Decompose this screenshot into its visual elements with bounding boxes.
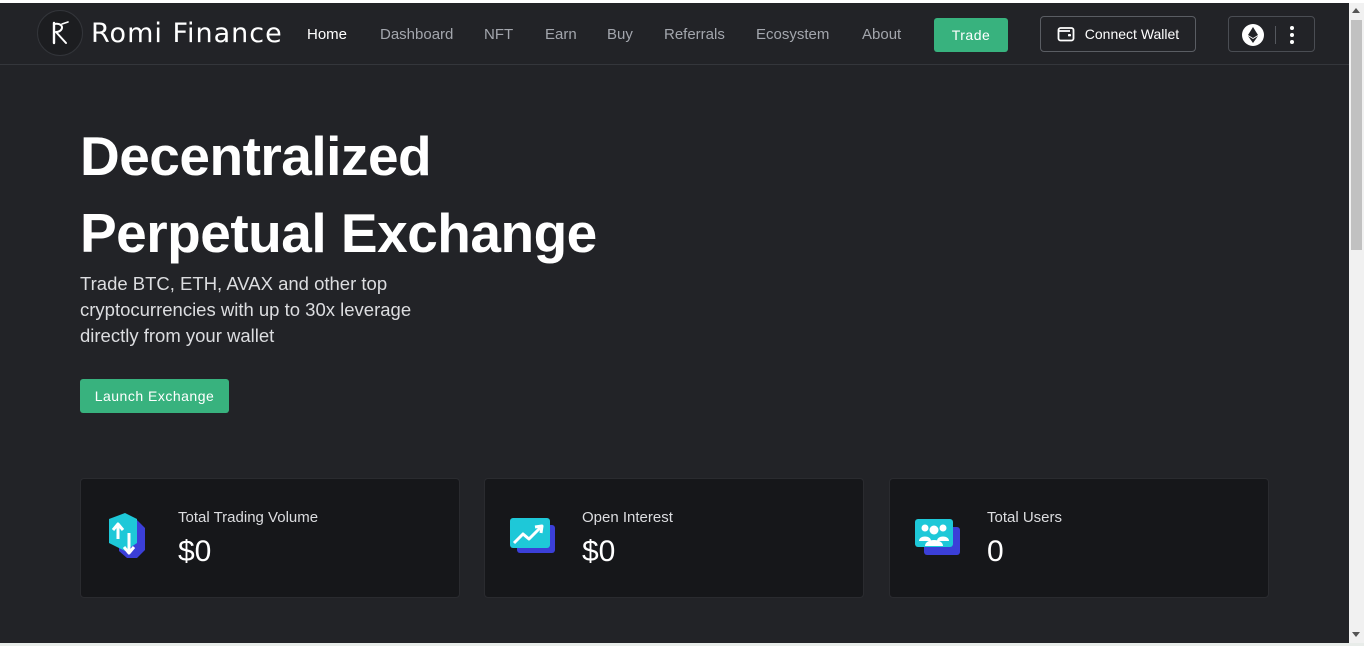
wallet-icon bbox=[1057, 27, 1075, 42]
stat-value: $0 bbox=[582, 535, 616, 568]
trading-volume-icon bbox=[109, 513, 145, 558]
ethereum-icon bbox=[1242, 24, 1264, 46]
network-divider bbox=[1275, 26, 1276, 44]
stat-card-total-users: Total Users 0 bbox=[889, 478, 1269, 598]
brand-name: Romi Finance bbox=[91, 17, 283, 49]
open-interest-icon bbox=[510, 518, 555, 553]
more-options-icon[interactable] bbox=[1289, 26, 1295, 44]
top-navbar: Romi Finance Home Dashboard NFT Earn Buy… bbox=[0, 3, 1349, 65]
nav-home[interactable]: Home bbox=[307, 26, 347, 43]
hero-title-line2: Perpetual Exchange bbox=[80, 202, 597, 264]
stat-card-trading-volume: Total Trading Volume $0 bbox=[80, 478, 460, 598]
scrollbar-thumb[interactable] bbox=[1351, 20, 1362, 250]
trade-button[interactable]: Trade bbox=[934, 18, 1008, 52]
stat-label: Total Users bbox=[987, 509, 1063, 526]
scroll-down-arrow-icon[interactable] bbox=[1352, 632, 1360, 637]
connect-wallet-button[interactable]: Connect Wallet bbox=[1040, 16, 1196, 52]
nav-referrals[interactable]: Referrals bbox=[664, 26, 725, 43]
nav-earn[interactable]: Earn bbox=[545, 26, 577, 43]
hero-title-line1: Decentralized bbox=[80, 125, 432, 187]
nav-nft[interactable]: NFT bbox=[484, 26, 513, 43]
nav-about[interactable]: About bbox=[862, 26, 901, 43]
romi-logo-icon bbox=[37, 10, 83, 56]
users-icon bbox=[915, 519, 960, 555]
stat-label: Total Trading Volume bbox=[178, 509, 319, 526]
connect-wallet-label: Connect Wallet bbox=[1084, 26, 1180, 42]
nav-ecosystem[interactable]: Ecosystem bbox=[756, 26, 829, 43]
nav-buy[interactable]: Buy bbox=[607, 26, 633, 43]
hero-subtitle: Trade BTC, ETH, AVAX and other top crypt… bbox=[80, 273, 412, 346]
stat-card-open-interest: Open Interest $0 bbox=[484, 478, 864, 598]
brand-logo[interactable]: Romi Finance bbox=[37, 10, 283, 56]
launch-exchange-button[interactable]: Launch Exchange bbox=[80, 379, 229, 413]
scroll-up-arrow-icon[interactable] bbox=[1352, 8, 1360, 13]
stat-label: Open Interest bbox=[582, 509, 673, 526]
stat-value: 0 bbox=[987, 535, 1004, 568]
stat-value: $0 bbox=[178, 535, 212, 568]
hero-title: Decentralized Perpetual Exchange bbox=[80, 118, 597, 272]
network-selector[interactable] bbox=[1228, 16, 1315, 52]
nav-dashboard[interactable]: Dashboard bbox=[380, 26, 453, 43]
